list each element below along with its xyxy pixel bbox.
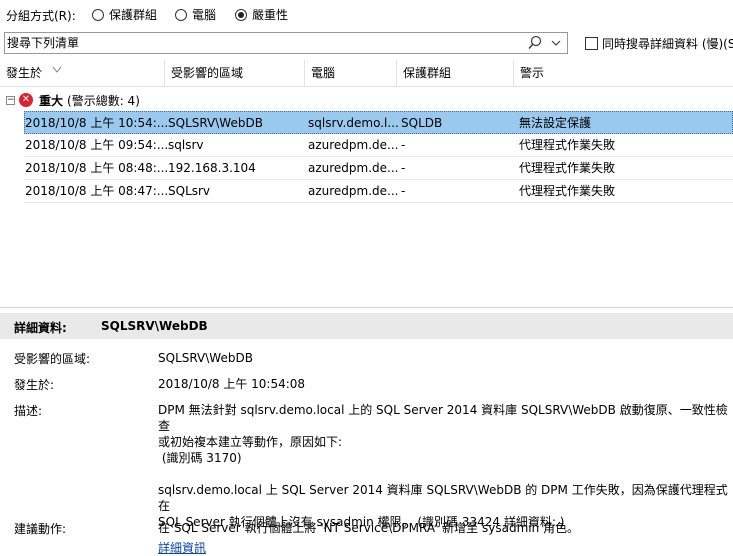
recommended-action-label: 建議動作: [14, 522, 67, 536]
critical-error-icon: ✕ [19, 93, 33, 107]
column-affected-area[interactable]: 受影響的區域 [165, 60, 305, 86]
search-input[interactable] [7, 34, 517, 52]
cell-computer: azuredpm.de... [308, 138, 398, 152]
cell-alert: 代理程式作業失敗 [519, 161, 616, 175]
recommended-action-value: 在 SQL Server 執行個體上將 'NT Service\DPMRA' 新… [158, 521, 580, 535]
search-box[interactable] [4, 32, 568, 54]
chevron-down-icon[interactable] [548, 34, 564, 52]
description-line: 或初始複本建立等動作，原因如下: [158, 435, 343, 449]
checkbox-label: 同時搜尋詳細資料 (慢)(S [602, 37, 733, 51]
table-row[interactable]: 2018/10/8 上午 09:54:... sqlsrv azuredpm.d… [24, 134, 733, 157]
cell-area: SQLSRV\WebDB [168, 116, 263, 130]
collapse-icon[interactable]: − [6, 95, 15, 105]
table-row[interactable]: 2018/10/8 上午 08:47:... SQLsrv azuredpm.d… [24, 180, 733, 203]
column-occurred[interactable]: 發生於 [0, 60, 165, 86]
column-protection-group[interactable]: 保護群組 [397, 60, 514, 86]
cell-alert: 無法設定保護 [519, 116, 592, 130]
radio-indicator[interactable] [175, 8, 187, 21]
occurred-label: 發生於: [14, 378, 55, 392]
radio-indicator[interactable] [235, 8, 247, 21]
cell-protection-group: - [401, 161, 406, 175]
radio-protection-group[interactable]: 保護群組 [92, 6, 157, 23]
sort-arrow-icon [52, 66, 62, 73]
radio-label: 嚴重性 [252, 8, 289, 22]
table-row[interactable]: 2018/10/8 上午 08:48:... 192.168.3.104 azu… [24, 157, 733, 180]
splitter[interactable] [0, 307, 733, 308]
column-header: 發生於 受影響的區域 電腦 保護群組 警示 [0, 60, 733, 87]
affected-area-value: SQLSRV\WebDB [158, 351, 253, 365]
cell-occurred: 2018/10/8 上午 09:54:... [25, 138, 167, 152]
description-line: DPM 無法針對 sqlsrv.demo.local 上的 SQL Server… [158, 403, 728, 433]
checkbox-box[interactable] [585, 37, 598, 50]
cell-protection-group: - [401, 138, 406, 152]
cell-occurred: 2018/10/8 上午 10:54:... [25, 116, 167, 130]
group-by-label: 分組方式(R): [6, 9, 76, 23]
details-header-label: 詳細資料: [14, 321, 67, 335]
description-line: sqlsrv.demo.local 上 SQL Server 2014 資料庫 … [158, 483, 728, 513]
column-label: 發生於 [6, 66, 43, 80]
column-label: 電腦 [311, 66, 336, 80]
details-header: 詳細資料: SQLSRV\WebDB [0, 313, 733, 339]
column-label: 保護群組 [403, 66, 452, 80]
group-by-bar: 分組方式(R): 保護群組 電腦 嚴重性 [0, 0, 733, 30]
affected-area-label: 受影響的區域: [14, 352, 91, 366]
cell-computer: sqlsrv.demo.l... [308, 116, 398, 130]
column-computer[interactable]: 電腦 [305, 60, 397, 86]
column-alert[interactable]: 警示 [514, 60, 733, 86]
cell-computer: azuredpm.de... [308, 161, 398, 175]
column-label: 警示 [520, 66, 545, 80]
more-info-link[interactable]: 詳細資訊 [158, 541, 206, 555]
group-row-critical[interactable]: − ✕ 重大 (警示總數: 4) [6, 91, 140, 109]
radio-label: 電腦 [192, 8, 217, 22]
column-label: 受影響的區域 [171, 66, 244, 80]
search-details-checkbox[interactable]: 同時搜尋詳細資料 (慢)(S [585, 35, 733, 52]
radio-indicator[interactable] [92, 8, 104, 21]
cell-area: 192.168.3.104 [168, 161, 256, 175]
cell-occurred: 2018/10/8 上午 08:47:... [25, 184, 167, 198]
search-icon[interactable] [527, 34, 543, 52]
cell-area: sqlsrv [168, 138, 204, 152]
details-header-value: SQLSRV\WebDB [101, 319, 208, 333]
cell-alert: 代理程式作業失敗 [519, 184, 616, 198]
description-label: 描述: [14, 404, 43, 418]
group-title: 重大 [39, 93, 64, 108]
cell-computer: azuredpm.de... [308, 184, 398, 198]
cell-occurred: 2018/10/8 上午 08:48:... [25, 161, 167, 175]
table-row[interactable]: 2018/10/8 上午 10:54:... SQLSRV\WebDB sqls… [24, 111, 733, 134]
radio-computer[interactable]: 電腦 [175, 6, 216, 23]
group-count: (警示總數: 4) [67, 93, 140, 108]
radio-label: 保護群組 [109, 8, 158, 22]
cell-area: SQLsrv [168, 184, 211, 198]
radio-severity[interactable]: 嚴重性 [235, 6, 288, 23]
cell-alert: 代理程式作業失敗 [519, 138, 616, 152]
occurred-value: 2018/10/8 上午 10:54:08 [158, 377, 306, 391]
description-line: (識別碼 3170) [158, 451, 242, 465]
cell-protection-group: - [401, 184, 406, 198]
cell-protection-group: SQLDB [401, 116, 443, 130]
